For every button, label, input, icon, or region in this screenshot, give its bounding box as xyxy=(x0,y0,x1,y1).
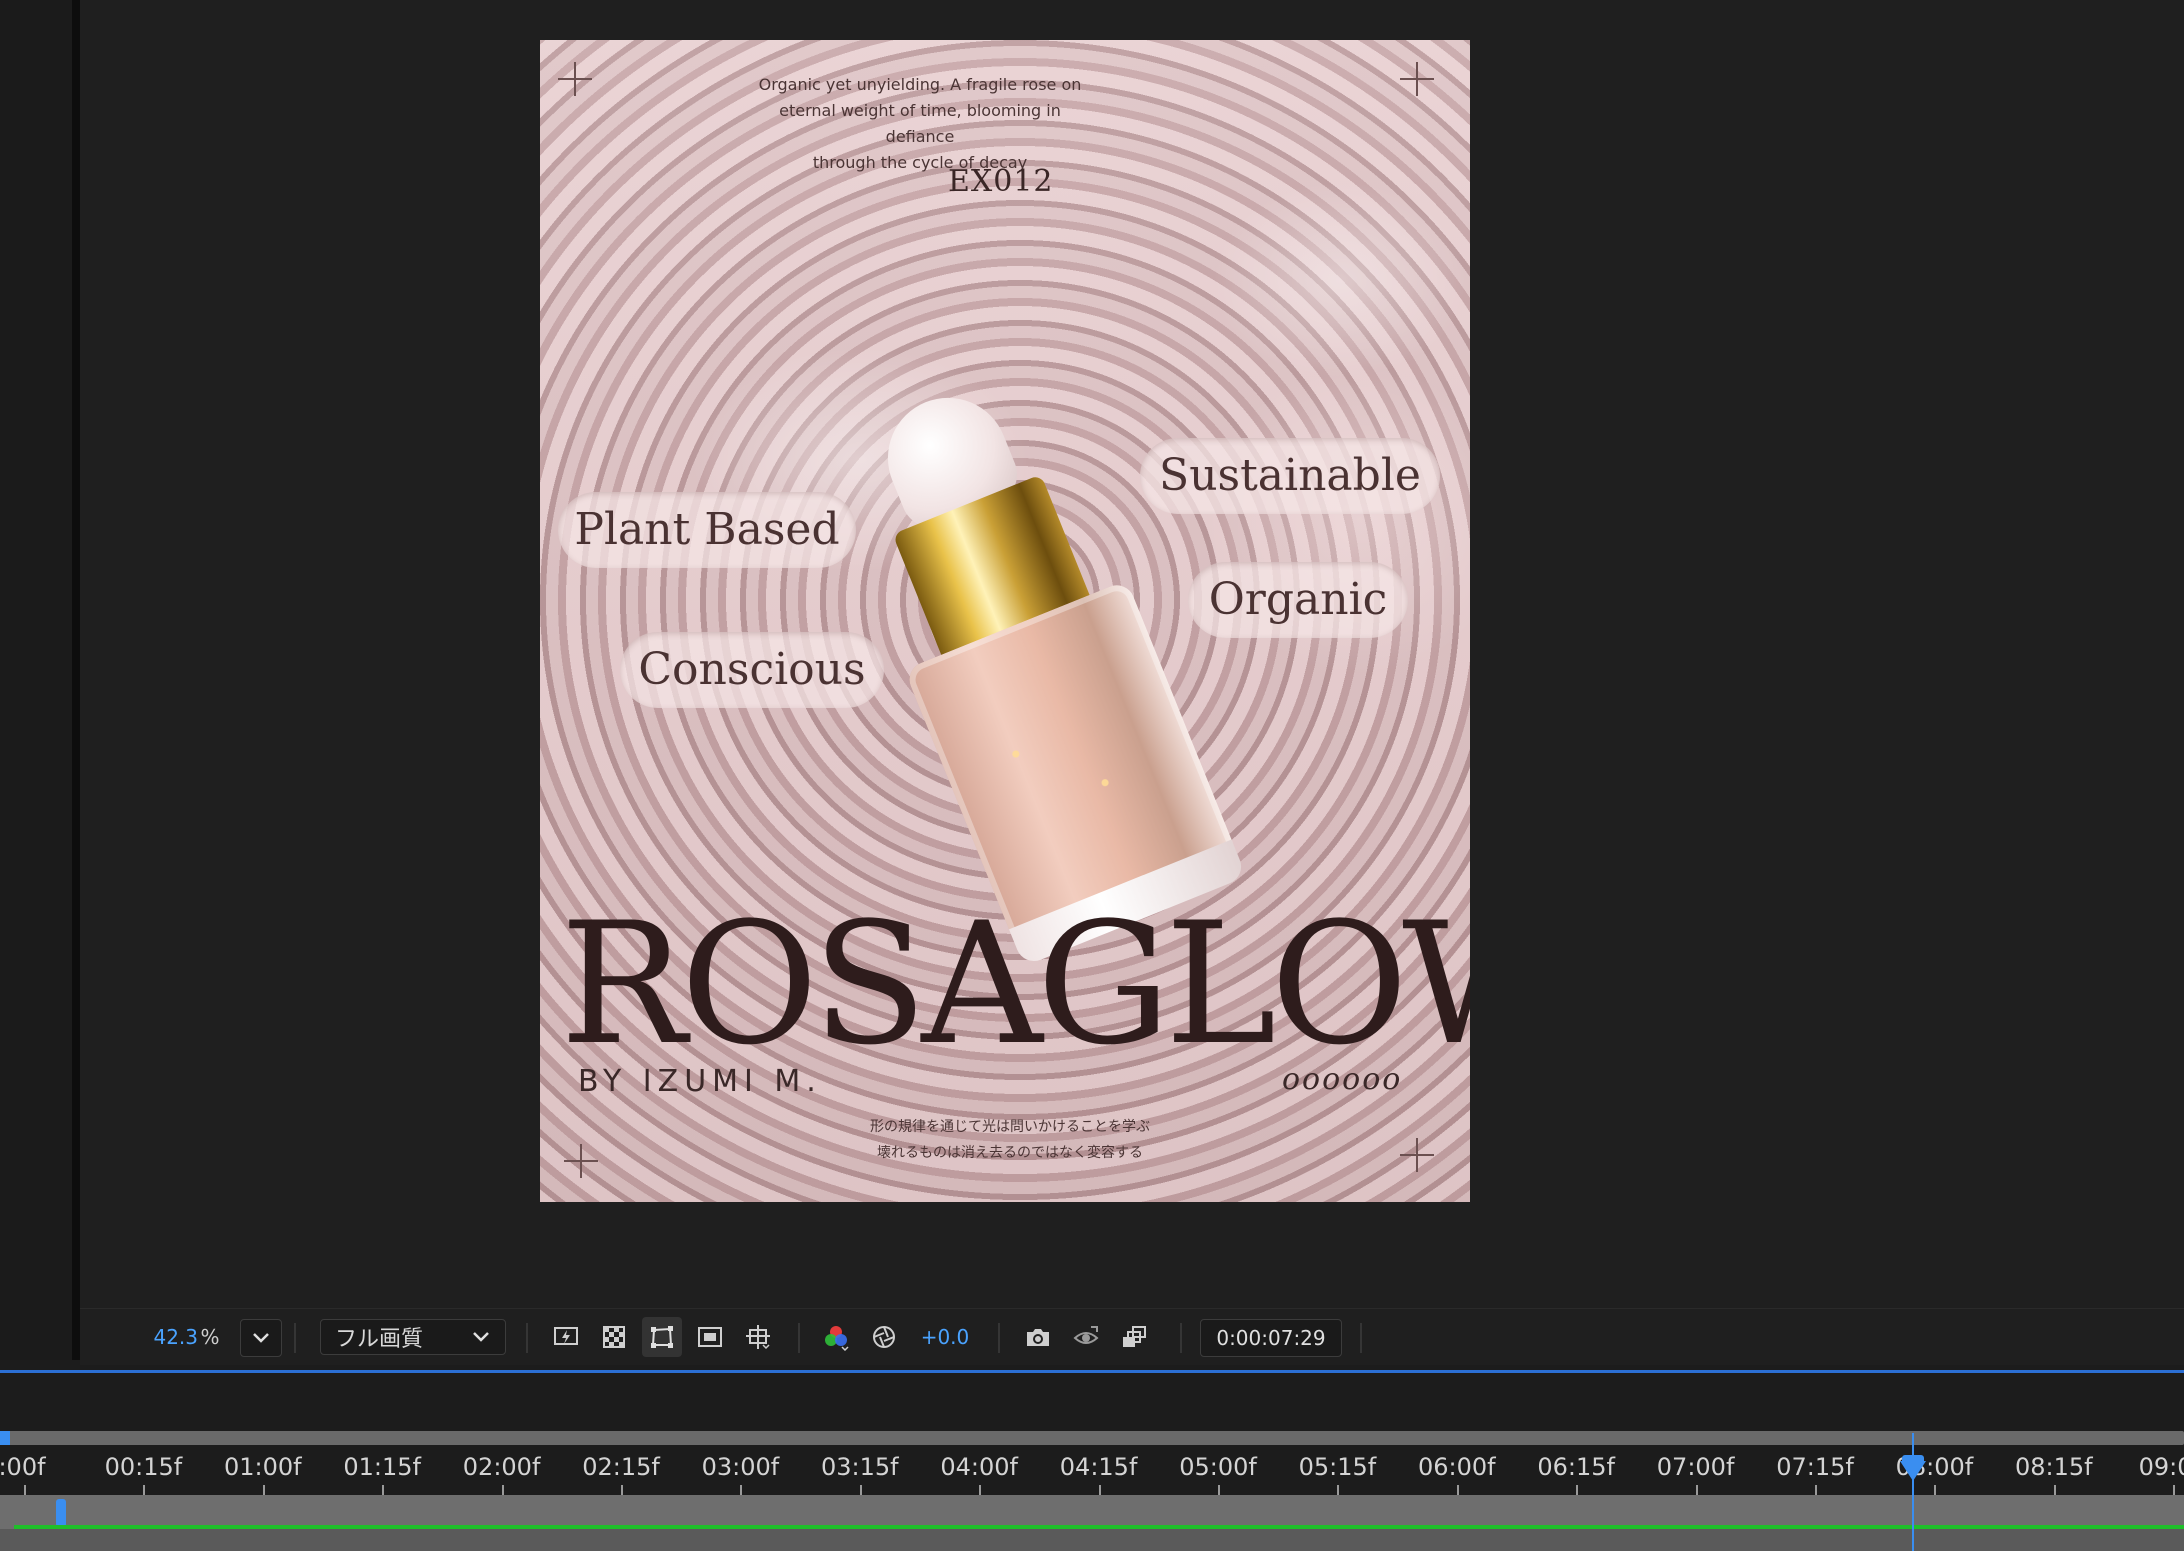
playhead-marker[interactable] xyxy=(1900,1461,1926,1481)
project-panel-edge xyxy=(0,0,72,1360)
rgb-channels-icon xyxy=(825,1326,849,1351)
zoom-unit: % xyxy=(200,1325,220,1349)
layer-track[interactable] xyxy=(0,1529,2184,1551)
poster-canvas[interactable]: Organic yet unyielding. A fragile rose o… xyxy=(540,40,1470,1202)
flowchart-button[interactable] xyxy=(1114,1317,1154,1357)
reset-exposure-button[interactable] xyxy=(864,1317,904,1357)
ruler-tick-label: 03:00f xyxy=(701,1453,780,1481)
crosshair-mark-bottom-left xyxy=(564,1144,598,1178)
ruler-tick-label: 09:00 xyxy=(2138,1453,2184,1481)
crosshair-mark-top-left xyxy=(558,62,592,96)
ruler-tick-label: 05:15f xyxy=(1298,1453,1377,1481)
ruler-tick-label: 06:00f xyxy=(1417,1453,1496,1481)
toolbar-separator xyxy=(798,1323,800,1353)
camera-icon xyxy=(1027,1329,1049,1346)
toolbar-separator xyxy=(998,1323,1000,1353)
poster-brand-title: ROSAGLOW xyxy=(560,886,1470,1082)
toolbar-separator xyxy=(294,1323,296,1353)
ruler-tick-label: 07:15f xyxy=(1776,1453,1854,1481)
time-ruler[interactable]: :00f 00:15f 01:00f 01:15f 02:00f 02:15f 03:00f… xyxy=(0,1445,2184,1497)
exposure-value[interactable]: +0.0 xyxy=(910,1309,980,1365)
guides-button[interactable] xyxy=(738,1317,778,1357)
tagline-line: eternal weight of time, blooming in defi… xyxy=(779,101,1061,146)
layer-duration-bar[interactable] xyxy=(0,1495,2184,1529)
ruler-tick-label: 07:00f xyxy=(1656,1453,1735,1481)
chevron-down-icon xyxy=(473,1332,489,1342)
ruler-tick-label: 04:15f xyxy=(1059,1453,1138,1481)
pill-sustainable: Sustainable xyxy=(1140,438,1440,514)
toolbar-separator xyxy=(526,1323,528,1353)
work-area-bar[interactable] xyxy=(0,1431,2184,1445)
transparency-grid-button[interactable] xyxy=(594,1317,634,1357)
timeline-panel[interactable]: :00f 00:15f 01:00f 01:15f 02:00f 02:15f 03:00f… xyxy=(0,1373,2184,1551)
zoom-dropdown-button[interactable] xyxy=(240,1319,282,1357)
poster-circle-row: oooooo xyxy=(1282,1062,1403,1097)
region-of-interest-button[interactable] xyxy=(690,1317,730,1357)
ruler-tick-label: 04:00f xyxy=(940,1453,1018,1481)
ruler-tick-label: :00f xyxy=(0,1453,46,1481)
ruler-tick-label: 01:15f xyxy=(343,1453,421,1481)
current-time-field[interactable]: 0:00:07:29 xyxy=(1200,1319,1342,1357)
pill-conscious: Conscious xyxy=(620,632,884,708)
toolbar-separator xyxy=(1360,1323,1362,1353)
pill-plant-based: Plant Based xyxy=(558,492,856,568)
toolbar-separator xyxy=(1180,1323,1182,1353)
ruler-tick-label: 03:15f xyxy=(820,1453,899,1481)
mask-visibility-button[interactable] xyxy=(642,1317,682,1357)
resolution-dropdown[interactable]: フル画質 xyxy=(320,1319,506,1355)
ruler-tick-label: 02:00f xyxy=(462,1453,541,1481)
ruler-tick-label: 00:15f xyxy=(104,1453,183,1481)
region-of-interest-icon xyxy=(698,1327,722,1347)
poster-code: EX012 xyxy=(948,164,1054,199)
layer-in-point-handle[interactable] xyxy=(56,1499,66,1527)
show-snapshot-icon xyxy=(1073,1326,1099,1344)
fast-previews-button[interactable] xyxy=(546,1317,586,1357)
poster-japanese-text: 形の規律を通じて光は問いかけることを学ぶ 壊れるものは消え去るのではなく変容する xyxy=(840,1114,1180,1166)
poster-tagline: Organic yet unyielding. A fragile rose o… xyxy=(750,72,1090,176)
resolution-value: フル画質 xyxy=(335,1327,424,1352)
flowchart-icon xyxy=(1123,1326,1146,1347)
japanese-line: 形の規律を通じて光は問いかけることを学ぶ xyxy=(870,1119,1150,1135)
crosshair-mark-bottom-right xyxy=(1400,1138,1434,1172)
fast-previews-icon xyxy=(554,1327,578,1345)
ruler-tick-label: 02:15f xyxy=(582,1453,660,1481)
show-channel-button[interactable] xyxy=(816,1317,856,1357)
work-area-start-handle[interactable] xyxy=(0,1431,10,1445)
transparency-grid-icon xyxy=(603,1326,625,1348)
take-snapshot-button[interactable] xyxy=(1018,1317,1058,1357)
zoom-value[interactable]: 42.3 xyxy=(138,1309,198,1365)
ruler-tick-label: 05:00f xyxy=(1179,1453,1257,1481)
guides-icon xyxy=(746,1325,770,1350)
mask-visibility-icon xyxy=(651,1326,673,1348)
show-snapshot-button[interactable] xyxy=(1066,1317,1106,1357)
viewer-toolbar: 42.3 % フル画質 +0.0 0:00:07:29 xyxy=(80,1308,2184,1365)
tagline-line: Organic yet unyielding. A fragile rose o… xyxy=(758,75,1082,94)
reset-exposure-icon xyxy=(873,1326,895,1348)
ruler-tick-label: 06:15f xyxy=(1537,1453,1615,1481)
panel-divider[interactable] xyxy=(72,0,80,1360)
chevron-down-icon xyxy=(253,1333,269,1343)
ruler-tick-label: 08:15f xyxy=(2014,1453,2093,1481)
ruler-tick-label: 01:00f xyxy=(223,1453,302,1481)
japanese-line: 壊れるものは消え去るのではなく変容する xyxy=(877,1145,1143,1161)
pill-organic: Organic xyxy=(1188,562,1408,638)
crosshair-mark-top-right xyxy=(1400,62,1434,96)
playhead-line[interactable] xyxy=(1912,1433,1914,1551)
poster-byline: BY IZUMI M. xyxy=(578,1064,822,1099)
